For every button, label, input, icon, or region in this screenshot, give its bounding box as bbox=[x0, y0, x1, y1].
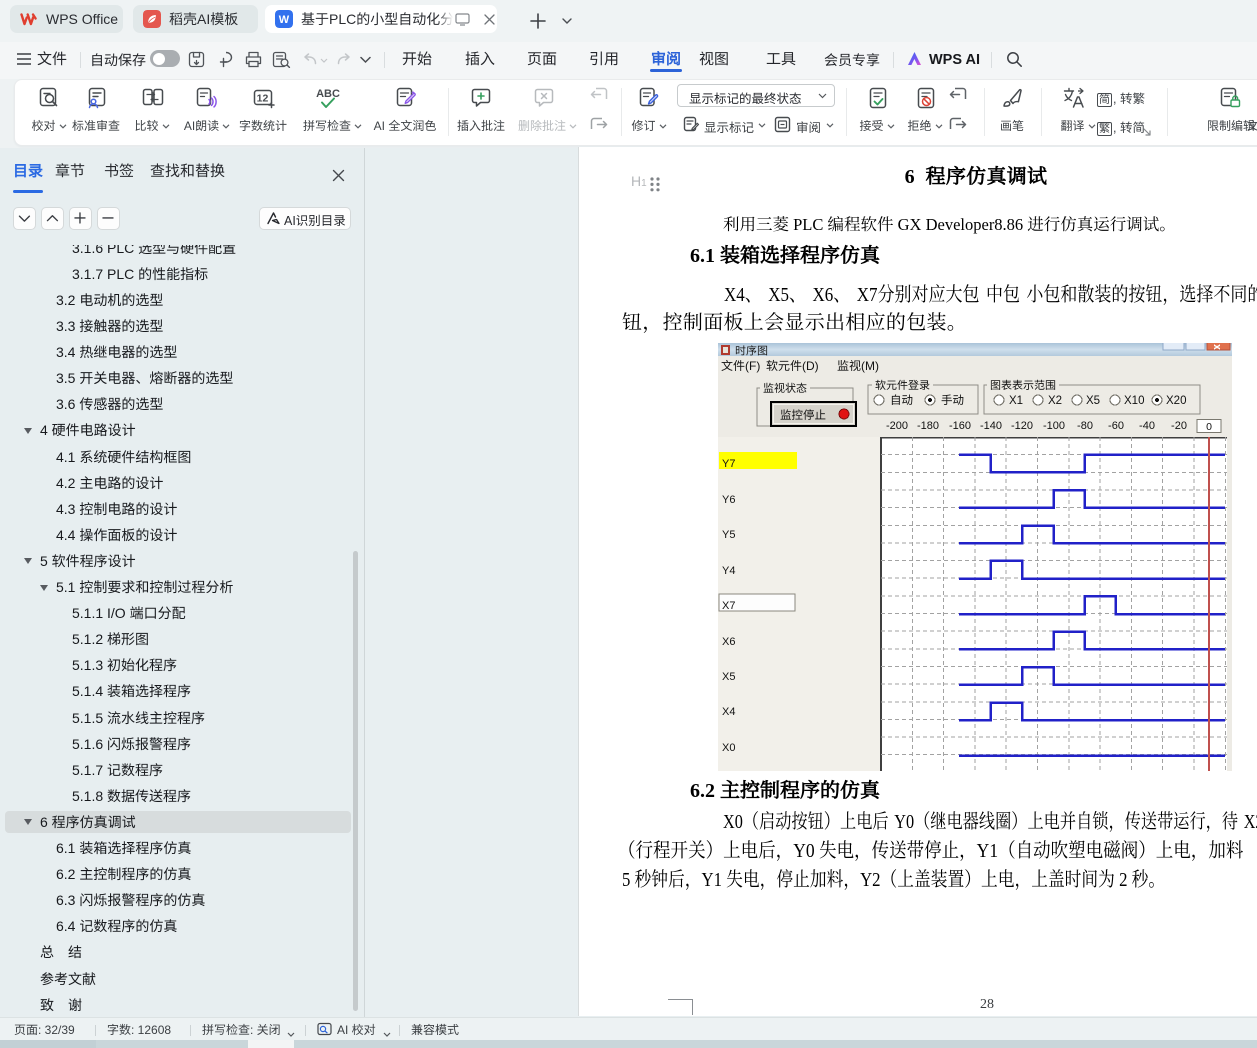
svg-text:X10: X10 bbox=[1124, 395, 1144, 407]
svg-text:手动: 手动 bbox=[941, 394, 964, 407]
svg-text:ABC: ABC bbox=[316, 88, 340, 100]
svg-text:-20: -20 bbox=[1171, 420, 1187, 432]
svg-text:-100: -100 bbox=[1043, 420, 1065, 432]
svg-text:X20: X20 bbox=[1166, 395, 1186, 407]
svg-text:X5: X5 bbox=[1086, 395, 1100, 407]
svg-text:-80: -80 bbox=[1077, 420, 1093, 432]
svg-text:监视状态: 监视状态 bbox=[763, 382, 807, 395]
svg-text:X1: X1 bbox=[1009, 395, 1023, 407]
svg-text:-200: -200 bbox=[886, 420, 908, 432]
svg-text:X7: X7 bbox=[722, 600, 735, 612]
svg-text:X6: X6 bbox=[722, 636, 735, 648]
svg-text:-160: -160 bbox=[949, 420, 971, 432]
svg-text:-120: -120 bbox=[1011, 420, 1033, 432]
svg-text:0: 0 bbox=[1206, 421, 1212, 433]
svg-text:监控停止: 监控停止 bbox=[780, 409, 826, 422]
svg-text:Y5: Y5 bbox=[722, 529, 735, 541]
svg-text:W: W bbox=[279, 14, 290, 26]
svg-text:12: 12 bbox=[257, 93, 269, 105]
svg-text:文件(F)软元件(D)监视(M): 文件(F)软元件(D)监视(M) bbox=[721, 359, 879, 373]
svg-text:Y6: Y6 bbox=[722, 494, 735, 506]
svg-text:X4: X4 bbox=[722, 706, 735, 718]
svg-text:X0: X0 bbox=[722, 742, 735, 754]
svg-text:-60: -60 bbox=[1108, 420, 1124, 432]
svg-text:X5: X5 bbox=[722, 671, 735, 683]
svg-text:时序图: 时序图 bbox=[735, 345, 768, 358]
svg-text:-140: -140 bbox=[980, 420, 1002, 432]
svg-text:-180: -180 bbox=[917, 420, 939, 432]
svg-text:-40: -40 bbox=[1139, 420, 1155, 432]
svg-text:自动: 自动 bbox=[890, 394, 913, 407]
svg-text:软元件登录: 软元件登录 bbox=[875, 379, 930, 392]
svg-text:图表表示范围: 图表表示范围 bbox=[990, 379, 1056, 392]
svg-text:Y7: Y7 bbox=[722, 458, 735, 470]
svg-text:Y4: Y4 bbox=[722, 565, 735, 577]
svg-text:X2: X2 bbox=[1048, 395, 1062, 407]
